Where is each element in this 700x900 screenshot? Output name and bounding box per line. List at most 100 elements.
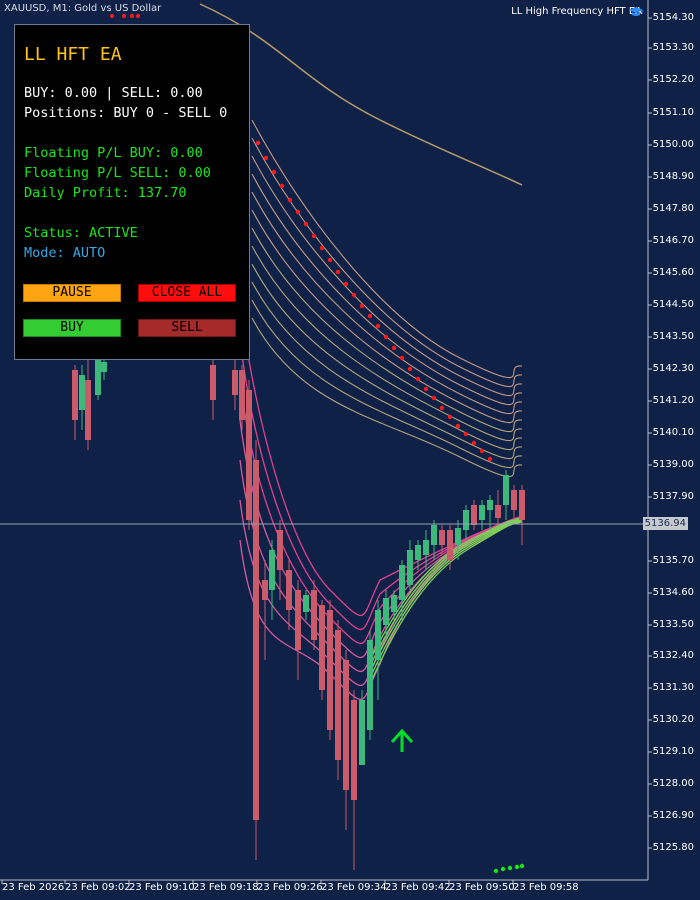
pause-button[interactable]: PAUSE: [23, 284, 121, 302]
bearish-candle: [447, 530, 453, 560]
time-tick-label: 23 Feb 2026: [2, 882, 65, 893]
sell-button[interactable]: SELL: [138, 319, 236, 337]
price-tick-label: 5146.70: [652, 235, 694, 246]
price-tick-label: 5148.90: [652, 171, 694, 182]
bullish-candle: [101, 362, 107, 372]
bullish-candle: [303, 595, 309, 612]
time-tick-label: 23 Feb 09:58: [513, 882, 579, 893]
bearish-candle: [232, 370, 238, 395]
fast-band-line: [369, 517, 523, 661]
upper-band-line: [251, 227, 523, 433]
buy-signal-arrow-icon: [390, 728, 414, 752]
time-tick-label: 23 Feb 09:42: [385, 882, 451, 893]
expert-hat-icon[interactable]: [628, 6, 644, 18]
price-tick-label: 5137.90: [652, 491, 694, 502]
sell-signal-dot: [255, 140, 261, 146]
price-tick-label: 5129.10: [652, 746, 694, 757]
upper-band-line: [251, 209, 523, 424]
bullish-candle: [391, 595, 397, 612]
bullish-candle: [407, 550, 413, 585]
panel-title: LL HFT EA: [24, 44, 122, 65]
bearish-candle: [495, 505, 501, 518]
price-tick-label: 5152.20: [652, 74, 694, 85]
price-tick-label: 5126.90: [652, 810, 694, 821]
price-tick-label: 5135.70: [652, 555, 694, 566]
price-tick-label: 5140.10: [652, 427, 694, 438]
bullish-candle: [431, 525, 437, 545]
lots-summary: BUY: 0.00 | SELL: 0.00: [24, 85, 203, 101]
sell-signal-dot: [327, 257, 333, 263]
bearish-candle: [210, 365, 216, 400]
time-tick-label: 23 Feb 09:50: [449, 882, 515, 893]
sell-signal-dot: [423, 386, 429, 392]
sell-signal-dot: [407, 366, 413, 372]
status-text: Status: ACTIVE: [24, 225, 138, 241]
time-tick-label: 23 Feb 09:34: [321, 882, 387, 893]
bearish-candle: [295, 590, 301, 650]
time-tick-label: 23 Feb 09:10: [129, 882, 195, 893]
sell-signal-dot: [295, 209, 301, 215]
sell-signal-dot: [279, 183, 285, 189]
price-tick-label: 5134.60: [652, 587, 694, 598]
bullish-candle: [415, 545, 421, 560]
sell-signal-dot: [130, 14, 134, 18]
sell-signal-dot: [447, 414, 453, 420]
sell-signal-dot: [367, 313, 373, 319]
bearish-candle: [439, 530, 445, 545]
close-all-button[interactable]: CLOSE ALL: [138, 284, 236, 302]
bearish-candle: [253, 460, 259, 820]
price-tick-label: 5145.60: [652, 267, 694, 278]
bearish-candle: [262, 580, 268, 600]
price-tick-label: 5128.00: [652, 778, 694, 789]
price-tick-label: 5144.50: [652, 299, 694, 310]
bearish-candle: [72, 370, 78, 420]
daily-profit: Daily Profit: 137.70: [24, 185, 187, 201]
bullish-candle: [375, 610, 381, 660]
price-tick-label: 5132.40: [652, 650, 694, 661]
sell-signal-dot: [303, 221, 309, 227]
positions-summary: Positions: BUY 0 - SELL 0: [24, 105, 228, 121]
buy-signal-dot: [500, 866, 506, 872]
price-tick-label: 5141.20: [652, 395, 694, 406]
bearish-candle: [311, 590, 317, 640]
sell-signal-dot: [343, 281, 349, 287]
sell-signal-dot: [415, 376, 421, 382]
price-tick-label: 5131.30: [652, 682, 694, 693]
floating-pl-sell: Floating P/L SELL: 0.00: [24, 165, 211, 181]
lower-band-line: [239, 339, 523, 631]
buy-signal-dot: [493, 868, 499, 874]
sell-signal-dot: [455, 423, 461, 429]
price-tick-label: 5133.50: [652, 619, 694, 630]
time-tick-label: 23 Feb 09:26: [257, 882, 323, 893]
sell-signal-dot: [136, 14, 140, 18]
buy-button[interactable]: BUY: [23, 319, 121, 337]
sell-signal-dot: [439, 405, 445, 411]
sell-signal-dot: [479, 448, 485, 454]
sell-signal-dot: [335, 269, 341, 275]
upper-band-line: [251, 137, 523, 388]
bullish-candle: [479, 505, 485, 520]
bearish-candle: [277, 530, 283, 570]
upper-band-line: [251, 245, 523, 442]
ea-control-panel: LL HFT EA BUY: 0.00 | SELL: 0.00 Positio…: [14, 24, 250, 360]
bearish-candle: [335, 630, 341, 760]
bearish-candle: [343, 660, 349, 790]
sell-signal-dot: [359, 303, 365, 309]
bullish-candle: [95, 355, 101, 395]
price-tick-label: 5139.00: [652, 459, 694, 470]
price-tick-label: 5150.00: [652, 139, 694, 150]
sell-signal-dot: [263, 155, 269, 161]
bearish-candle: [239, 370, 245, 420]
sell-signal-dot: [399, 355, 405, 361]
bullish-candle: [359, 700, 365, 765]
bullish-candle: [79, 375, 85, 410]
upper-band-line: [251, 191, 523, 415]
time-tick-label: 23 Feb 09:02: [65, 882, 131, 893]
price-tick-label: 5125.80: [652, 842, 694, 853]
bullish-candle: [455, 528, 461, 545]
bearish-candle: [319, 605, 325, 690]
bearish-candle: [351, 700, 357, 800]
bullish-candle: [503, 475, 509, 505]
bearish-candle: [519, 490, 525, 520]
chart-symbol-title: XAUUSD, M1: Gold vs US Dollar: [4, 3, 162, 14]
